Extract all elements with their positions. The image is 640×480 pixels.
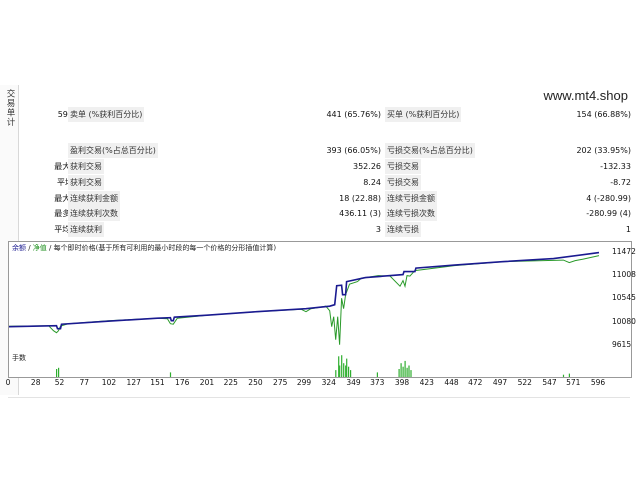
x-tick-label: 423 <box>419 378 434 387</box>
stats-label-right: 连续亏损次数 <box>385 206 437 221</box>
stats-label-left: 连续获利次数 <box>68 206 120 221</box>
x-tick-label: 225 <box>223 378 238 387</box>
x-tick-label: 448 <box>444 378 459 387</box>
stats-label-left: 获利交易 <box>68 159 104 174</box>
volume-bar <box>402 366 404 377</box>
x-tick-label: 127 <box>126 378 141 387</box>
x-tick-label: 349 <box>346 378 361 387</box>
stats-value-right: -280.99 (4) <box>586 209 631 218</box>
volume-bar <box>346 358 348 377</box>
volume-panel: 手数 <box>8 352 632 378</box>
stats-label-left: 卖单 (%获利百分比) <box>68 107 145 122</box>
x-tick-label: 28 <box>30 378 41 387</box>
stats-value-right: -132.33 <box>600 162 631 171</box>
chart-plot-area <box>9 251 600 345</box>
x-tick-label: 373 <box>370 378 385 387</box>
y-tick-label: 9615 <box>612 340 632 349</box>
x-tick-label: 299 <box>296 378 312 387</box>
volume-bar <box>58 367 60 377</box>
stats-row: 最大: 连续获利金额 18 (22.88) 连续亏损金额 4 (-280.99) <box>20 191 635 206</box>
side-tab-label: 交易单计 <box>5 89 15 127</box>
volume-bar <box>562 374 565 377</box>
volume-bar <box>404 360 406 377</box>
x-tick-label: 102 <box>101 378 117 387</box>
y-tick-label: 11008 <box>612 270 636 280</box>
site-watermark: www.mt4.shop <box>543 88 628 103</box>
volume-bar <box>398 369 400 377</box>
stats-label-left: 连续获利 <box>68 222 104 237</box>
volume-bar <box>408 365 410 377</box>
x-tick-label: 151 <box>150 378 165 387</box>
volume-bar <box>339 365 341 377</box>
x-tick-label: 522 <box>517 378 532 387</box>
x-tick-label: 596 <box>590 378 606 387</box>
stats-value-right: 4 (-280.99) <box>586 194 631 203</box>
x-tick-label: 250 <box>248 378 263 387</box>
stats-label-right: 亏损交易(%占总百分比) <box>385 143 475 158</box>
balance-line <box>9 251 600 330</box>
stats-value-right: 1 <box>625 225 631 234</box>
x-tick-label: 472 <box>468 378 483 387</box>
volume-bar <box>341 355 343 377</box>
volume-bar <box>568 373 570 377</box>
volume-bar <box>400 363 402 377</box>
x-tick-label: 176 <box>175 378 190 387</box>
equity-chart: 余额 / 净值 / 每个即时价格(基于所有可利用的最小时段的每一个价格的分形插值… <box>8 241 636 358</box>
stats-value-left: 18 (22.88) <box>339 194 381 203</box>
stats-value-right: 154 (66.88%) <box>576 110 631 119</box>
stats-value-left: 8.24 <box>363 178 381 187</box>
stats-value-left: 3 <box>375 225 381 234</box>
x-tick-label: 201 <box>199 378 215 387</box>
volume-bar <box>350 370 352 377</box>
stats-label-right: 连续亏损 <box>385 222 421 237</box>
stats-row: 平均: 连续获利 3 连续亏损 1 <box>20 222 635 237</box>
x-tick-label: 275 <box>273 378 288 387</box>
stats-row: 最多: 连续获利次数 436.11 (3) 连续亏损次数 -280.99 (4) <box>20 206 635 221</box>
x-tick-label: 77 <box>79 378 89 387</box>
stats-value-left: 393 (66.05%) <box>326 146 381 155</box>
stats-label-right: 亏损交易 <box>385 175 421 190</box>
stats-value-left: 352.26 <box>353 162 381 171</box>
x-tick-label: 52 <box>54 378 65 387</box>
y-tick-label: 10545 <box>612 293 636 303</box>
x-axis: 0 28 52 77 102 127 151 176 201 225 250 275 299 324 349… <box>5 378 630 390</box>
x-tick-label: 0 <box>5 378 11 387</box>
volume-bar <box>169 372 172 377</box>
stats-label-right: 连续亏损金额 <box>385 191 437 206</box>
volume-bar <box>376 372 378 377</box>
stats-value-left: 436.11 (3) <box>339 209 381 218</box>
stats-row: 盈利交易(%占总百分比) 393 (66.05%) 亏损交易(%占总百分比) 202 … <box>20 143 635 158</box>
stats-label-right: 买单 (%获利百分比) <box>385 107 462 122</box>
stats-label-left: 获利交易 <box>68 175 104 190</box>
stats-value-left: 441 (65.76%) <box>326 110 381 119</box>
x-tick-label: 398 <box>394 378 410 387</box>
volume-bar <box>56 369 58 377</box>
stats-value-right: 202 (33.95%) <box>576 146 631 155</box>
volume-bar <box>410 370 412 377</box>
equity-line <box>9 255 600 345</box>
y-tick-label: 11472 <box>612 247 636 256</box>
x-tick-label: 571 <box>566 378 581 387</box>
stats-label-left: 盈利交易(%占总百分比) <box>68 143 158 158</box>
stats-value-right: -8.72 <box>610 178 631 187</box>
volume-bar <box>348 366 350 377</box>
x-tick-label: 324 <box>321 378 336 387</box>
volume-bar <box>335 370 337 377</box>
stats-row: 平均 获利交易 8.24 亏损交易 -8.72 <box>20 175 635 190</box>
x-tick-label: 497 <box>492 378 508 387</box>
y-tick-label: 10080 <box>612 316 636 326</box>
x-tick-label: 547 <box>542 378 557 387</box>
stats-label-left: 连续获利金额 <box>68 191 120 206</box>
stats-label-right: 亏损交易 <box>385 159 421 174</box>
stats-row: 595 卖单 (%获利百分比) 441 (65.76%) 买单 (%获利百分比) 154… <box>20 107 635 122</box>
volume-plot-area <box>56 355 570 377</box>
volume-bar <box>406 367 408 377</box>
volume-bar <box>343 363 345 377</box>
stats-row: 最大: 获利交易 352.26 亏损交易 -132.33 <box>20 159 635 174</box>
divider <box>8 397 630 398</box>
